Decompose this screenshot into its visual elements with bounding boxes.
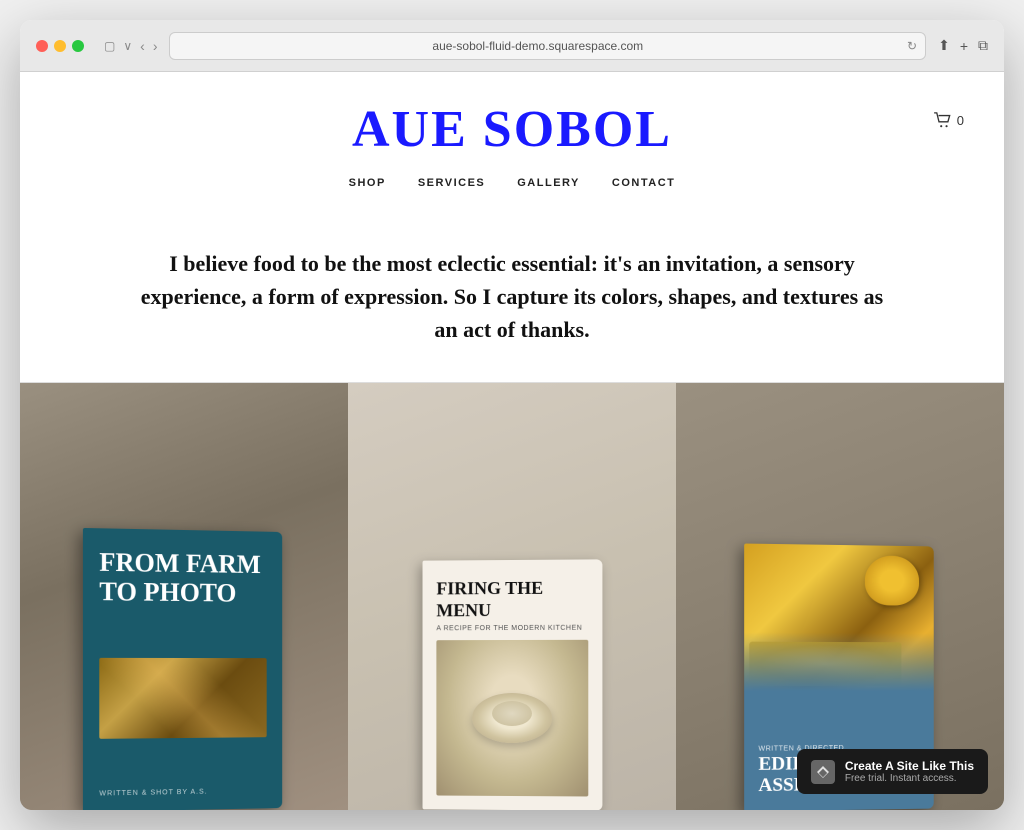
book-1-visual: FROM FARM TO PHOTO WRITTEN & SHOT BY A.S…: [83, 528, 282, 810]
close-button[interactable]: [36, 40, 48, 52]
nav-menu: SHOP SERVICES GALLERY CONTACT: [60, 173, 964, 207]
book-3-image-area: [744, 544, 934, 691]
book-slot-2[interactable]: FIRING THE MENU A RECIPE FOR THE MODERN …: [348, 383, 676, 810]
nav-item-services[interactable]: SERVICES: [418, 173, 485, 191]
browser-window: ▢ ∨ ‹ › aue-sobol-fluid-demo.squarespace…: [20, 20, 1004, 810]
nav-item-gallery[interactable]: GALLERY: [517, 173, 580, 191]
forward-icon[interactable]: ›: [153, 38, 158, 54]
nav-link-contact[interactable]: CONTACT: [612, 177, 675, 189]
site-header: 0 AUE SOBOL SHOP SERVICES GALLERY CONTAC…: [20, 72, 1004, 207]
url-text: aue-sobol-fluid-demo.squarespace.com: [432, 39, 643, 53]
book-1-author: WRITTEN & SHOT BY A.S.: [99, 788, 266, 798]
main-nav: SHOP SERVICES GALLERY CONTACT: [60, 173, 964, 207]
share-icon[interactable]: ⬆: [938, 37, 950, 54]
website-content: 0 AUE SOBOL SHOP SERVICES GALLERY CONTAC…: [20, 72, 1004, 810]
cart-icon: [933, 112, 953, 128]
nav-link-services[interactable]: SERVICES: [418, 177, 485, 189]
book-2-subtitle: A RECIPE FOR THE MODERN KITCHEN: [436, 625, 588, 632]
squarespace-sub-text: Free trial. Instant access.: [845, 773, 974, 784]
squarespace-logo-icon: [815, 764, 831, 780]
cart-count: 0: [957, 113, 964, 128]
site-title: AUE SOBOL: [60, 100, 964, 159]
refresh-icon[interactable]: ↻: [907, 39, 917, 53]
squarespace-main-text: Create A Site Like This: [845, 759, 974, 773]
nav-item-contact[interactable]: CONTACT: [612, 173, 675, 191]
book-2-visual: FIRING THE MENU A RECIPE FOR THE MODERN …: [423, 559, 603, 810]
fullscreen-button[interactable]: [72, 40, 84, 52]
squarespace-logo: [811, 760, 835, 784]
window-icon: ▢: [104, 39, 115, 53]
address-bar[interactable]: aue-sobol-fluid-demo.squarespace.com ↻: [169, 32, 926, 60]
squarespace-text-group: Create A Site Like This Free trial. Inst…: [845, 759, 974, 784]
book-2-cover: FIRING THE MENU A RECIPE FOR THE MODERN …: [423, 559, 603, 810]
nav-link-shop[interactable]: SHOP: [349, 177, 386, 189]
yellow-bits-decoration: [749, 642, 901, 686]
squarespace-banner[interactable]: Create A Site Like This Free trial. Inst…: [797, 749, 988, 794]
book-container: FROM FARM TO PHOTO WRITTEN & SHOT BY A.S…: [20, 383, 1004, 810]
book-1-image: [99, 658, 266, 739]
bowl-decoration: [472, 693, 552, 743]
book-1-title: FROM FARM TO PHOTO: [99, 549, 266, 608]
book-2-title: FIRING THE MENU: [436, 578, 588, 622]
cart-wrapper[interactable]: 0: [933, 112, 964, 128]
hero-section: I believe food to be the most eclectic e…: [20, 207, 1004, 383]
books-section: FROM FARM TO PHOTO WRITTEN & SHOT BY A.S…: [20, 383, 1004, 810]
nav-link-gallery[interactable]: GALLERY: [517, 177, 580, 189]
hero-quote: I believe food to be the most eclectic e…: [132, 247, 892, 346]
nav-item-shop[interactable]: SHOP: [349, 173, 386, 191]
traffic-lights: [36, 40, 84, 52]
browser-actions: ⬆ + ⧉: [938, 37, 988, 54]
book-2-image: [436, 640, 588, 797]
minimize-button[interactable]: [54, 40, 66, 52]
tabs-icon[interactable]: ⧉: [978, 37, 988, 54]
pumpkin-decoration: [865, 555, 919, 605]
chevron-down-icon: ∨: [123, 39, 132, 53]
book-slot-1[interactable]: FROM FARM TO PHOTO WRITTEN & SHOT BY A.S…: [20, 383, 348, 810]
browser-chrome: ▢ ∨ ‹ › aue-sobol-fluid-demo.squarespace…: [20, 20, 1004, 72]
book-slot-3[interactable]: WRITTEN & DIRECTED EDIBLES ASSEMBLED: [676, 383, 1004, 810]
book-1-cover: FROM FARM TO PHOTO WRITTEN & SHOT BY A.S…: [83, 528, 282, 810]
new-tab-icon[interactable]: +: [960, 38, 968, 54]
browser-nav: ▢ ∨ ‹ ›: [104, 38, 157, 54]
back-icon[interactable]: ‹: [140, 38, 145, 54]
